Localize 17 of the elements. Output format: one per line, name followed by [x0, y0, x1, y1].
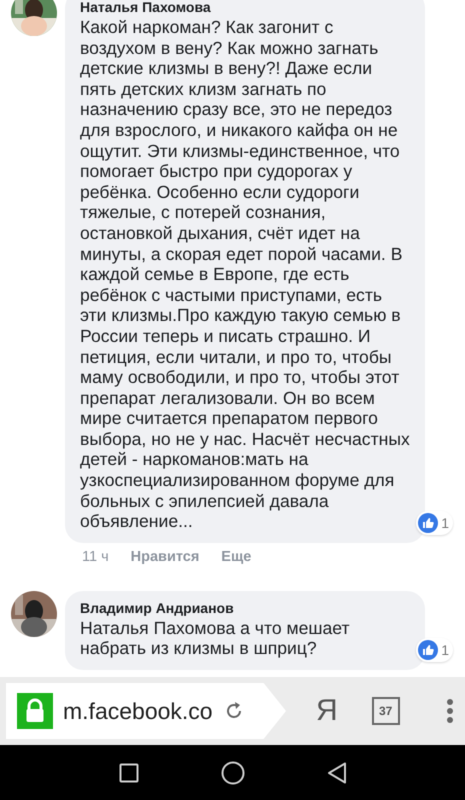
comment-time: 11 ч — [82, 548, 109, 565]
comment-text: Наталья Пахомова а что мешает набрать из клизмы в шприц? — [80, 618, 351, 660]
like-count-badge: 1 — [416, 638, 453, 662]
thumbs-up-icon — [418, 640, 438, 660]
address-bar[interactable]: m.facebook.co — [6, 683, 286, 739]
menu-icon[interactable] — [446, 698, 454, 724]
author-name[interactable]: Наталья Пахомова — [80, 0, 411, 15]
search-engine-button[interactable]: Я — [316, 694, 338, 728]
home-icon[interactable] — [220, 760, 244, 784]
thumbs-up-icon — [418, 512, 438, 533]
url-text: m.facebook.co — [63, 698, 213, 724]
recent-apps-icon[interactable] — [118, 762, 138, 782]
back-icon[interactable] — [326, 762, 346, 784]
like-count-badge: 1 — [416, 510, 453, 535]
author-name[interactable]: Владимир Андрианов — [80, 600, 411, 616]
tab-count-button[interactable]: 37 — [372, 697, 400, 725]
comment-text: Какой наркоман? Как загонит с воздухом в вену? Как можно загнать детские клизмы в вену?! Даже если пять детских клизм загнать по назначению сразу все, это не передоз для взрослого, и никакого кайфа он не ощутит. Эти клизмы-единственное, что помогает быстро при судорогах у ребёнка. Особенно если судороги тяжелые, с потерей сознания, остановкой дыхания, счёт идет на минуты, а скорая едет порой часами. В каждой семье в Европе, где есть ребёнок с частыми приступами, есть эти клизмы.Про каждую такую семью в России теперь и писать страшно. И петиция, если читали, и про то, чтобы маму освободили, и про то, чтобы этот препарат легализовали. Он во всем мире считается препаратом первого выбора, но не у нас. Насчёт несчастных детей - наркоманов:мать на узкоспециализированном форуме для больных с эпилепсией давала объявление... — [80, 17, 411, 532]
